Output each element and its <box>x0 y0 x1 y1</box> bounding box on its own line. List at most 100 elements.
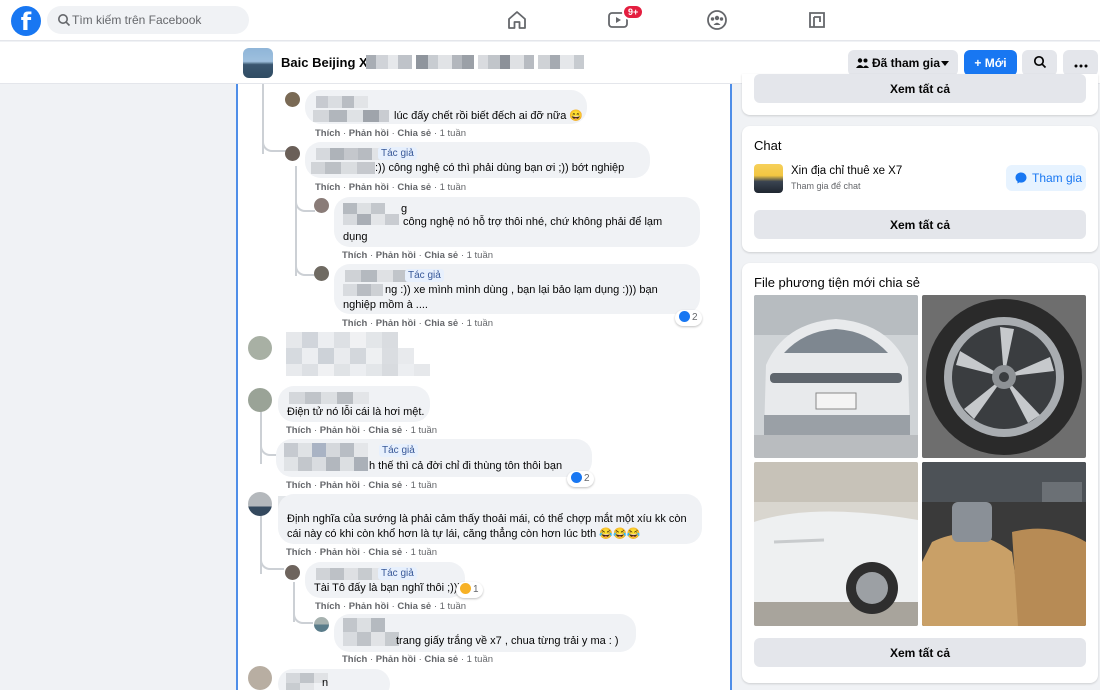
see-all-button[interactable]: Xem tất cả <box>754 638 1086 667</box>
reply-link[interactable]: Phản hồi <box>320 425 360 436</box>
avatar[interactable] <box>314 198 329 213</box>
reply-link[interactable]: Phản hồi <box>349 601 389 612</box>
reaction-count[interactable]: 1 <box>456 582 483 598</box>
comment-time[interactable]: 1 tuần <box>467 250 493 261</box>
comment-time[interactable]: 1 tuần <box>440 601 466 612</box>
pixelated-text <box>313 110 389 122</box>
like-link[interactable]: Thích <box>286 425 311 436</box>
car-rear-photo <box>754 295 918 458</box>
search-box[interactable] <box>47 6 249 34</box>
reply-link[interactable]: Phản hồi <box>349 128 389 139</box>
pixelated-name <box>343 203 399 225</box>
search-input[interactable] <box>72 6 242 34</box>
media-photo[interactable] <box>754 462 918 626</box>
like-link[interactable]: Thích <box>342 250 367 261</box>
avatar[interactable] <box>285 92 300 107</box>
comment-actions: Thích · Phản hồi · Chia sẻ · 1 tuần <box>286 480 438 491</box>
more-icon <box>1074 64 1087 67</box>
comment-time[interactable]: 1 tuần <box>467 654 493 665</box>
chat-card: Chat Xin địa chỉ thuê xe X7 Tham gia để … <box>742 126 1098 252</box>
pixelated-text <box>311 162 375 174</box>
like-link[interactable]: Thích <box>342 318 367 329</box>
media-photo[interactable] <box>922 295 1086 458</box>
thread-line <box>260 404 262 464</box>
pixelated-name <box>316 148 386 160</box>
comment-bubble: Tác giả :)) công nghệ có thì phải dùng b… <box>305 142 650 178</box>
reply-link[interactable]: Phản hồi <box>376 250 416 261</box>
see-all-button[interactable]: Xem tất cả <box>754 74 1086 103</box>
search-icon <box>1033 55 1046 68</box>
share-link[interactable]: Chia sẻ <box>424 318 458 329</box>
like-link[interactable]: Thích <box>342 654 367 665</box>
like-link[interactable]: Thích <box>286 480 311 491</box>
notification-badge: 9+ <box>622 4 645 20</box>
haha-reaction-icon <box>460 583 471 594</box>
join-chat-button[interactable]: Tham gia <box>1006 165 1086 191</box>
comment-actions: Thích · Phản hồi · Chia sẻ · 1 tuần <box>342 250 494 261</box>
share-link[interactable]: Chia sẻ <box>368 425 402 436</box>
reaction-count[interactable]: 2 <box>567 471 594 487</box>
comment-bubble: trang giấy trắng về x7 , chua từng trải … <box>334 614 636 652</box>
joined-label: Đã tham gia <box>872 56 941 70</box>
comment-bubble: Tác giả Tài Tô đấy là bạn nghĩ thôi ;))) <box>305 562 465 598</box>
share-link[interactable]: Chia sẻ <box>397 128 431 139</box>
comment-text: Điện tử nó lỗi cái là hơi mệt. <box>287 406 425 418</box>
messenger-icon <box>1015 172 1027 184</box>
thread-line <box>262 134 286 152</box>
avatar[interactable] <box>248 388 272 412</box>
search-icon <box>58 14 71 27</box>
like-link[interactable]: Thích <box>315 128 340 139</box>
more-options-button[interactable] <box>1063 50 1098 76</box>
chat-thumbnail[interactable] <box>754 164 783 193</box>
chat-title[interactable]: Xin địa chỉ thuê xe X7 <box>791 165 902 177</box>
facebook-logo-icon[interactable]: f <box>11 6 41 36</box>
comment-time[interactable]: 1 tuần <box>411 547 437 558</box>
avatar[interactable] <box>248 492 272 516</box>
previous-card: Xem tất cả <box>742 74 1098 115</box>
joined-button[interactable]: Đã tham gia <box>848 50 958 76</box>
author-badge: Tác giả <box>379 444 418 457</box>
share-link[interactable]: Chia sẻ <box>424 654 458 665</box>
avatar[interactable] <box>248 666 272 690</box>
share-link[interactable]: Chia sẻ <box>368 480 402 491</box>
comment-time[interactable]: 1 tuần <box>467 318 493 329</box>
group-thumbnail[interactable] <box>243 48 273 78</box>
comment-actions: Thích · Phản hồi · Chia sẻ · 1 tuần <box>342 318 494 329</box>
comment-time[interactable]: 1 tuần <box>440 128 466 139</box>
like-link[interactable]: Thích <box>286 547 311 558</box>
share-link[interactable]: Chia sẻ <box>368 547 402 558</box>
comment-time[interactable]: 1 tuần <box>440 182 466 193</box>
group-name[interactable]: Baic Beijing X7 <box>281 55 375 70</box>
groups-icon[interactable] <box>705 8 729 32</box>
like-link[interactable]: Thích <box>315 601 340 612</box>
like-reaction-icon <box>679 311 690 322</box>
avatar[interactable] <box>314 617 329 632</box>
top-navigation: f 9+ <box>0 0 1100 41</box>
like-link[interactable]: Thích <box>315 182 340 193</box>
share-link[interactable]: Chia sẻ <box>397 601 431 612</box>
see-all-button[interactable]: Xem tất cả <box>754 210 1086 239</box>
avatar[interactable] <box>285 565 300 580</box>
new-post-button[interactable]: + Mới <box>964 50 1017 76</box>
pixelated-name <box>316 568 384 580</box>
comment-time[interactable]: 1 tuần <box>411 425 437 436</box>
reply-link[interactable]: Phản hồi <box>349 182 389 193</box>
media-photo[interactable] <box>922 462 1086 626</box>
avatar[interactable] <box>285 146 300 161</box>
reply-link[interactable]: Phản hồi <box>376 654 416 665</box>
thread-line <box>295 196 315 212</box>
media-photo[interactable] <box>754 295 918 458</box>
home-icon[interactable] <box>505 8 529 32</box>
share-link[interactable]: Chia sẻ <box>397 182 431 193</box>
comment-text: ng :)) xe mình mình dùng , bạn lại bảo l… <box>385 284 658 296</box>
avatar[interactable] <box>248 336 272 360</box>
avatar[interactable] <box>314 266 329 281</box>
reaction-count[interactable]: 2 <box>675 310 702 326</box>
reply-link[interactable]: Phản hồi <box>320 547 360 558</box>
share-link[interactable]: Chia sẻ <box>424 250 458 261</box>
reply-link[interactable]: Phản hồi <box>376 318 416 329</box>
comment-time[interactable]: 1 tuần <box>411 480 437 491</box>
reply-link[interactable]: Phản hồi <box>320 480 360 491</box>
search-group-button[interactable] <box>1022 50 1057 76</box>
gaming-icon[interactable] <box>805 8 829 32</box>
